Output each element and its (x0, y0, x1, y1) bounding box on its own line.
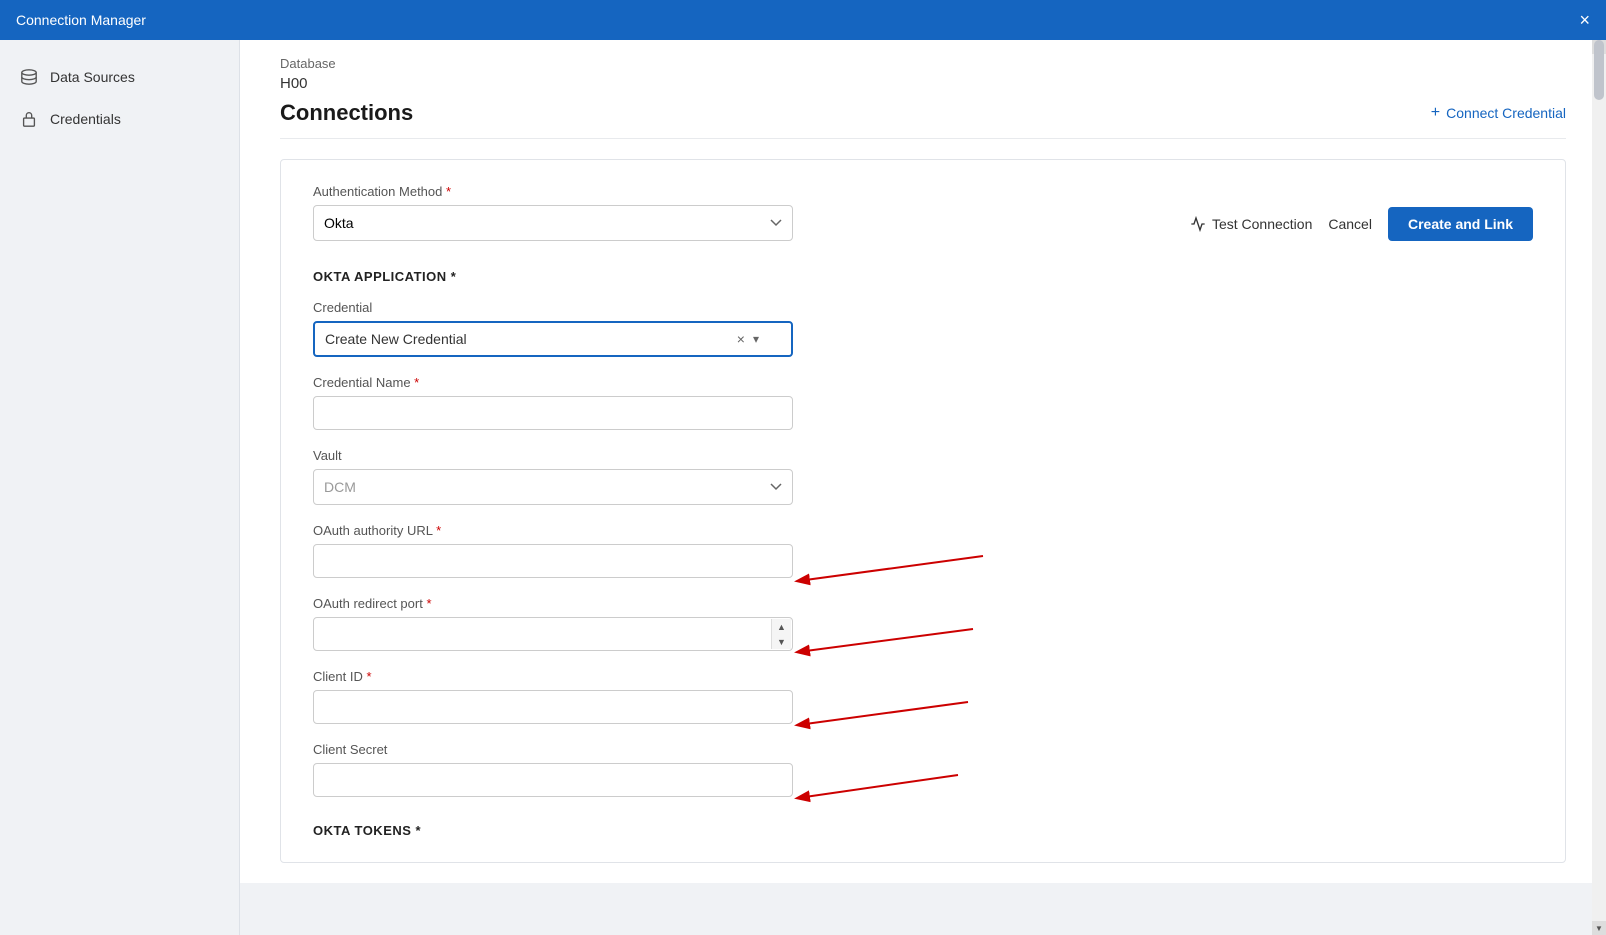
connection-manager-window: Connection Manager × Data Sources Creden… (0, 0, 1606, 935)
credential-name-label: Credential Name * (313, 375, 793, 390)
test-connection-label: Test Connection (1212, 216, 1312, 232)
close-button[interactable]: × (1579, 11, 1590, 29)
chevron-down-icon[interactable]: ▾ (753, 332, 759, 346)
number-spinners: ▲ ▼ (771, 619, 791, 649)
sidebar-item-data-sources-label: Data Sources (50, 69, 135, 85)
credential-name-input[interactable] (313, 396, 793, 430)
main-layout: Data Sources Credentials Database H00 Co… (0, 40, 1606, 935)
credential-label: Credential (313, 300, 793, 315)
oauth-redirect-port-wrapper: ▲ ▼ (313, 617, 793, 651)
database-label: Database (280, 56, 1566, 71)
toolbar-actions: Test Connection Cancel Create and Link (1190, 207, 1533, 241)
clear-icon[interactable]: × (737, 331, 745, 347)
client-secret-field-group: Client Secret (313, 742, 793, 797)
auth-method-label: Authentication Method * (313, 184, 793, 199)
content-scroll-area: Database H00 Connections + Connect Crede… (240, 40, 1606, 935)
sidebar-item-credentials[interactable]: Credentials (0, 98, 239, 140)
content-header: Database H00 Connections + Connect Crede… (240, 40, 1606, 139)
okta-section-title: OKTA APPLICATION * (313, 269, 1533, 284)
lock-icon (20, 110, 38, 128)
credential-select-icons: × ▾ (737, 331, 759, 347)
content-area: Database H00 Connections + Connect Crede… (240, 40, 1606, 883)
sidebar-item-data-sources[interactable]: Data Sources (0, 56, 239, 98)
pulse-icon (1190, 216, 1206, 232)
red-arrow-1 (788, 551, 988, 591)
plus-icon: + (1431, 104, 1440, 122)
connect-credential-label: Connect Credential (1446, 105, 1566, 121)
client-id-input[interactable] (313, 690, 793, 724)
title-bar: Connection Manager × (0, 0, 1606, 40)
cancel-button[interactable]: Cancel (1328, 216, 1372, 232)
auth-method-field: Authentication Method * Okta SAML Basic … (313, 184, 793, 241)
auth-method-row: Authentication Method * Okta SAML Basic … (313, 184, 1533, 241)
oauth-port-required: * (426, 596, 431, 611)
scroll-down-arrow[interactable]: ▼ (1592, 921, 1606, 935)
red-arrow-4 (788, 770, 963, 810)
spinner-down[interactable]: ▼ (772, 634, 791, 649)
oauth-authority-url-field-group: OAuth authority URL * (313, 523, 793, 578)
red-arrow-2 (788, 624, 978, 664)
window-title: Connection Manager (16, 12, 146, 28)
oauth-authority-url-label: OAuth authority URL * (313, 523, 793, 538)
client-id-field-group: Client ID * (313, 669, 793, 724)
okta-tokens-title: OKTA TOKENS * (313, 815, 1533, 838)
client-secret-input[interactable] (313, 763, 793, 797)
vault-select[interactable]: DCM HashiCorp Azure Key Vault (313, 469, 793, 505)
oauth-redirect-port-field-group: OAuth redirect port * ▲ ▼ (313, 596, 793, 651)
scrollbar-track: ▲ ▼ (1592, 40, 1606, 935)
client-id-label: Client ID * (313, 669, 793, 684)
connections-title: Connections (280, 100, 413, 126)
database-icon (20, 68, 38, 86)
create-link-button[interactable]: Create and Link (1388, 207, 1533, 241)
vault-label: Vault (313, 448, 793, 463)
oauth-redirect-port-label: OAuth redirect port * (313, 596, 793, 611)
sidebar: Data Sources Credentials (0, 40, 240, 935)
credential-name-required: * (414, 375, 419, 390)
credential-select[interactable]: Create New Credential × ▾ (313, 321, 793, 357)
client-id-required: * (366, 669, 371, 684)
connect-credential-button[interactable]: + Connect Credential (1431, 104, 1566, 122)
test-connection-button[interactable]: Test Connection (1190, 216, 1312, 232)
form-panel: Authentication Method * Okta SAML Basic … (280, 159, 1566, 863)
database-name: H00 (280, 75, 1566, 92)
auth-method-required: * (446, 184, 451, 199)
credential-field-group: Credential Create New Credential × ▾ (313, 300, 793, 357)
auth-method-select[interactable]: Okta SAML Basic OAuth2 (313, 205, 793, 241)
client-secret-label: Client Secret (313, 742, 793, 757)
red-arrow-3 (788, 697, 973, 737)
oauth-url-required: * (436, 523, 441, 538)
scrollbar-thumb[interactable] (1594, 40, 1604, 100)
vault-field-group: Vault DCM HashiCorp Azure Key Vault (313, 448, 793, 505)
credential-value: Create New Credential (325, 331, 737, 347)
sidebar-item-credentials-label: Credentials (50, 111, 121, 127)
oauth-authority-url-input[interactable] (313, 544, 793, 578)
oauth-redirect-port-input[interactable] (313, 617, 793, 651)
connections-header: Connections + Connect Credential (280, 100, 1566, 139)
credential-name-field-group: Credential Name * (313, 375, 793, 430)
spinner-up[interactable]: ▲ (772, 619, 791, 634)
